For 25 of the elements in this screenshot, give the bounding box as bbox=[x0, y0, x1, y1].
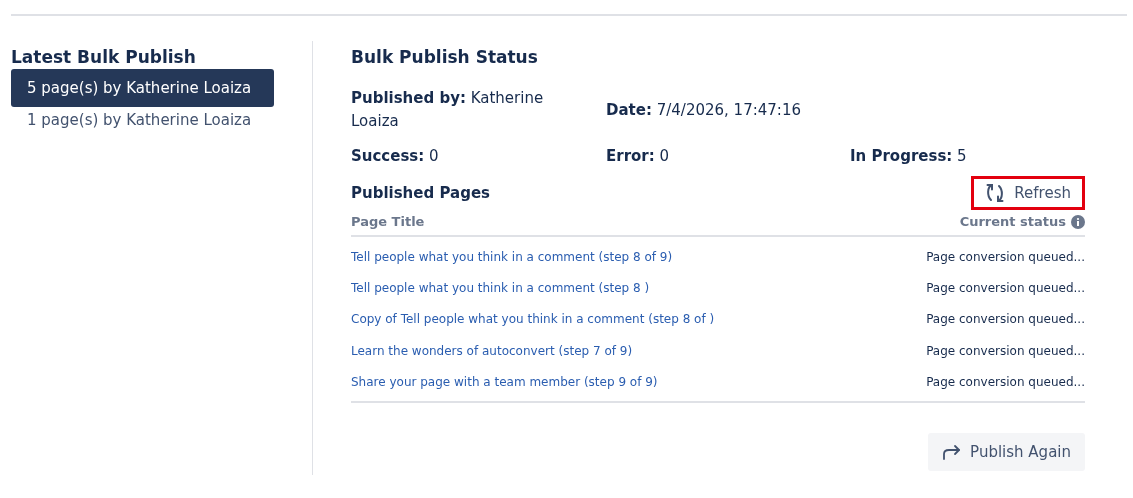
field-text: In Progress: 5 bbox=[850, 146, 968, 167]
column-header: Current status bbox=[959, 214, 1066, 229]
publish-again-button[interactable]: Publish Again bbox=[928, 432, 1085, 471]
field-text: Error: 0 bbox=[606, 146, 671, 167]
column-header: Page Title bbox=[351, 214, 425, 229]
table-cell: Page conversion queued... bbox=[926, 249, 1085, 264]
info-icon bbox=[1071, 214, 1085, 229]
table-cell: Page conversion queued... bbox=[926, 281, 1085, 296]
refresh-button[interactable]: Refresh bbox=[971, 176, 1085, 210]
page-link[interactable]: Copy of Tell people what you think in a comment (step 8 of ) bbox=[351, 312, 715, 327]
table-cell: Page conversion queued... bbox=[926, 312, 1085, 327]
page-link[interactable]: Tell people what you think in a comment (step 8 of 9) bbox=[351, 249, 673, 264]
page-link[interactable]: Tell people what you think in a comment (step 8 ) bbox=[351, 281, 650, 296]
field-text: Published by: Katherine Loaiza bbox=[351, 88, 545, 132]
table-cell: Page conversion queued... bbox=[926, 343, 1085, 358]
field-text: Date: 7/4/2026, 17:47:16 bbox=[606, 99, 802, 121]
field-text: Success: 0 bbox=[351, 146, 440, 167]
sidebar-item[interactable]: 5 page(s) by Katherine Loaiza bbox=[11, 69, 274, 107]
section-heading: Published Pages bbox=[351, 184, 490, 202]
section-heading: Bulk Publish Status bbox=[351, 46, 539, 69]
table-cell: Page conversion queued... bbox=[926, 375, 1085, 390]
page-link[interactable]: Learn the wonders of autoconvert (step 7 of 9) bbox=[351, 343, 633, 358]
section-heading: Latest Bulk Publish bbox=[11, 46, 197, 69]
page-link[interactable]: Share your page with a team member (step 9 of 9) bbox=[351, 375, 658, 390]
share-arrow-icon bbox=[942, 443, 963, 460]
